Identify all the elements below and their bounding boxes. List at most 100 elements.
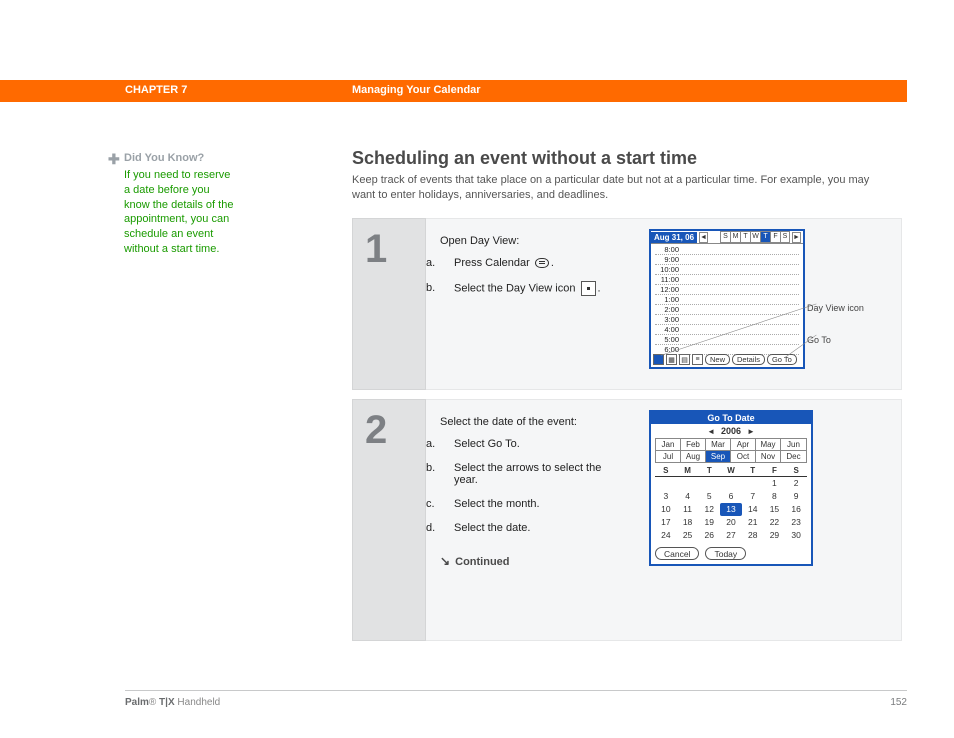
day-view-hour-row: 3:00	[655, 315, 799, 325]
goto-date-year: 2006	[721, 426, 741, 436]
day-view-weekday: S	[720, 231, 730, 243]
day-view-details-button: Details	[732, 354, 765, 365]
goto-date-popup: Go To Date ◄2006► JanFebMarAprMayJunJulA…	[649, 410, 813, 566]
goto-date-cancel-button: Cancel	[655, 547, 699, 560]
goto-date-cell: 9	[785, 490, 807, 503]
goto-date-cell: 21	[742, 516, 764, 529]
goto-date-year-row: ◄ 2006 ►	[651, 424, 811, 438]
agenda-view-mode-icon: ≡	[692, 354, 703, 365]
goto-date-cell: 2	[785, 477, 807, 490]
step-2-number: 2	[352, 399, 426, 641]
goto-date-today-button: Today	[705, 547, 746, 560]
callout-goto: Go To	[807, 335, 881, 345]
goto-date-cell: 28	[742, 529, 764, 542]
day-view-new-button: New	[705, 354, 730, 365]
goto-date-month: Mar	[706, 439, 731, 451]
goto-date-weekday: M	[677, 466, 699, 475]
goto-date-row: 10111213141516	[655, 503, 807, 516]
goto-date-cell: 25	[677, 529, 699, 542]
goto-date-weekday: T	[742, 466, 764, 475]
goto-date-cell	[742, 477, 764, 490]
goto-date-cell: 3	[655, 490, 677, 503]
goto-date-month: Jul	[656, 451, 681, 462]
day-view-weekday: T	[760, 231, 770, 243]
day-view-weekday: W	[750, 231, 760, 243]
goto-date-month: Jan	[656, 439, 681, 451]
goto-date-cell: 4	[677, 490, 699, 503]
week-view-mode-icon: ▦	[666, 354, 677, 365]
day-view-weekday: F	[770, 231, 780, 243]
day-view-hour-row: 9:00	[655, 255, 799, 265]
goto-date-cell: 6	[720, 490, 742, 503]
goto-date-cell: 19	[698, 516, 720, 529]
goto-date-month: Nov	[756, 451, 781, 462]
goto-date-month: Dec	[781, 451, 806, 462]
goto-date-row: 17181920212223	[655, 516, 807, 529]
day-view-hour-row: 8:00	[655, 245, 799, 255]
goto-date-month: Sep	[706, 451, 731, 462]
calendar-icon	[535, 258, 549, 268]
goto-date-month: Aug	[681, 451, 706, 462]
day-view-weekday: T	[740, 231, 750, 243]
day-view-hour-row: 1:00	[655, 295, 799, 305]
goto-date-weekday: F	[764, 466, 786, 475]
goto-date-row: 24252627282930	[655, 529, 807, 542]
goto-date-row: 12	[655, 477, 807, 490]
next-year-icon: ►	[747, 427, 755, 436]
goto-date-cell: 22	[764, 516, 786, 529]
goto-date-weekdays: SMTWTFS	[655, 466, 807, 477]
goto-date-cell: 8	[764, 490, 786, 503]
goto-date-month: Jun	[781, 439, 806, 451]
section-intro: Keep track of events that take place on …	[352, 173, 892, 204]
goto-date-weekday: S	[655, 466, 677, 475]
tip-body: If you need to reserve a date before you…	[124, 168, 238, 257]
goto-date-cell: 20	[720, 516, 742, 529]
day-view-hour-row: 2:00	[655, 305, 799, 315]
did-you-know-tip: ✚ Did You Know? If you need to reserve a…	[108, 151, 238, 257]
goto-date-weekday: W	[720, 466, 742, 475]
goto-date-month: Apr	[731, 439, 756, 451]
day-view-icon	[581, 281, 596, 296]
day-view-weekday: S	[780, 231, 790, 243]
month-view-mode-icon: ▤	[679, 354, 690, 365]
goto-date-cell: 24	[655, 529, 677, 542]
day-view-weekdays: SMTWTFS	[720, 231, 790, 243]
day-view-date: Aug 31, 06	[651, 232, 697, 243]
goto-date-weekday: S	[785, 466, 807, 475]
plus-icon: ✚	[108, 150, 120, 169]
goto-date-month: Feb	[681, 439, 706, 451]
callout-day-view: Day View icon	[807, 303, 881, 313]
page-footer: Palm® T|X Handheld 152	[125, 690, 907, 708]
step-2-body: Select the date of the event: a.Select G…	[426, 399, 902, 641]
footer-brand: Palm® T|X Handheld	[125, 697, 220, 708]
goto-date-cell	[655, 477, 677, 490]
day-view-mode-icon	[653, 354, 664, 365]
goto-date-cell: 1	[764, 477, 786, 490]
goto-date-weekday: T	[698, 466, 720, 475]
tip-label: Did You Know?	[124, 151, 238, 166]
prev-year-icon: ◄	[707, 427, 715, 436]
next-day-icon: ►	[792, 232, 801, 243]
goto-date-cell: 17	[655, 516, 677, 529]
goto-date-months: JanFebMarAprMayJunJulAugSepOctNovDec	[655, 438, 807, 463]
page-header: CHAPTER 7 Managing Your Calendar	[0, 80, 907, 102]
goto-date-cell	[720, 477, 742, 490]
goto-date-cell: 5	[698, 490, 720, 503]
goto-date-grid: SMTWTFS 12345678910111213141516171819202…	[655, 466, 807, 542]
page-number: 152	[890, 697, 907, 708]
goto-date-days: 1234567891011121314151617181920212223242…	[655, 477, 807, 542]
goto-date-cell: 29	[764, 529, 786, 542]
goto-date-cell: 16	[785, 503, 807, 516]
chapter-title: Managing Your Calendar	[352, 84, 481, 96]
step-2: 2 Select the date of the event: a.Select…	[352, 399, 902, 641]
day-view-goto-button: Go To	[767, 354, 797, 365]
day-view-screenshot: Aug 31, 06 ◄ SMTWTFS ► 8:009:0010:0011:0…	[649, 229, 805, 369]
goto-date-cell: 26	[698, 529, 720, 542]
goto-date-cell: 10	[655, 503, 677, 516]
chapter-label: CHAPTER 7	[125, 84, 187, 96]
day-view-hour-row: 5:00	[655, 335, 799, 345]
day-view-hour-row: 4:00	[655, 325, 799, 335]
goto-date-cell: 30	[785, 529, 807, 542]
goto-date-cell: 15	[764, 503, 786, 516]
goto-date-title: Go To Date	[651, 412, 811, 424]
